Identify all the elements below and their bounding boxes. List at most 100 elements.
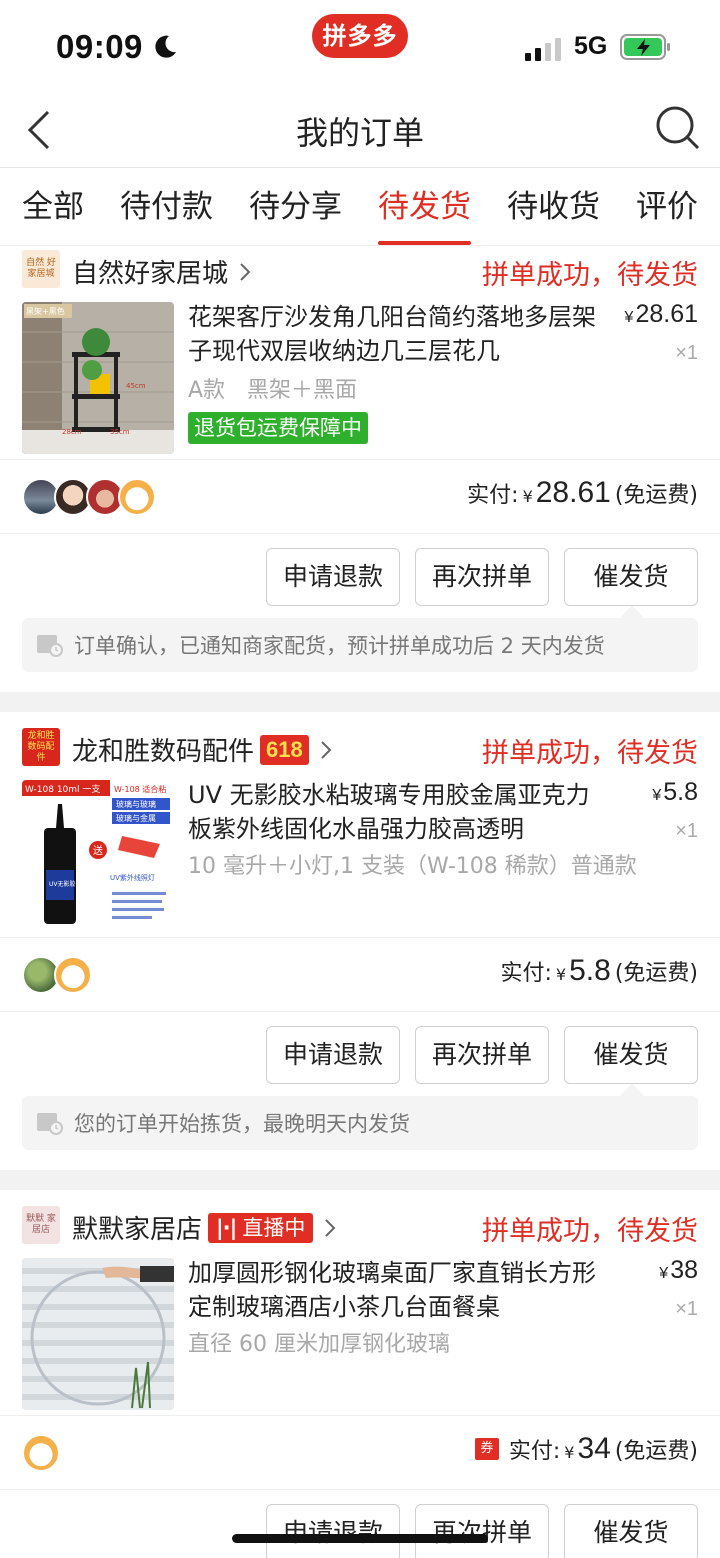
order-card: 默默 家居店 默默家居店 |·| 直播中 拼单成功，待发货 加厚圆形钢化玻璃桌面厂… bbox=[0, 1190, 720, 1558]
product-row[interactable]: 黑架+黑色 45cm 28cm 35cm 花架客厅沙发角几阳台简约落地多层架子现… bbox=[0, 292, 720, 460]
paid-amount: 实付: ¥ 5.8 (免运费) bbox=[500, 954, 699, 987]
thumb-dimension: 28cm bbox=[62, 428, 82, 436]
order-status: 拼单成功，待发货 bbox=[482, 1216, 698, 1247]
payment-row: 实付: ¥ 5.8 (免运费) bbox=[0, 938, 720, 1012]
thumb-label: 黑架+黑色 bbox=[26, 306, 65, 316]
paid-label: 实付: bbox=[500, 961, 552, 986]
product-price: ¥28.61 bbox=[624, 300, 698, 328]
product-spec: 10 毫升＋小灯,1 支装（W-108 稀款）普通款 bbox=[188, 854, 637, 879]
shipping-note: (免运费) bbox=[614, 961, 698, 986]
thumb-label: W-108 10ml 一支 bbox=[25, 783, 100, 795]
live-icon: |·| bbox=[216, 1215, 237, 1240]
order-separator bbox=[0, 1170, 720, 1190]
thumb-dimension: 45cm bbox=[126, 382, 146, 390]
product-spec: 直径 60 厘米加厚钢化玻璃 bbox=[188, 1332, 450, 1357]
coupon-icon: 券 bbox=[474, 1438, 499, 1460]
live-streaming-badge: |·| 直播中 bbox=[208, 1212, 314, 1243]
shop-name: 自然好家居城 bbox=[72, 259, 229, 289]
action-buttons: 申请退款 再次拼单 催发货 bbox=[0, 1490, 720, 1558]
return-shipping-tag: 退货包运费保障中 bbox=[188, 412, 368, 444]
paid-amount: 实付: ¥ 28.61 (免运费) bbox=[467, 476, 698, 509]
shop-row[interactable]: 自然 好家居城 自然好家居城 拼单成功，待发货 bbox=[0, 246, 720, 292]
regroup-button[interactable]: 再次拼单 bbox=[415, 548, 549, 606]
promo-618-badge: 618 bbox=[260, 734, 309, 765]
paid-value: 34 bbox=[577, 1432, 611, 1465]
paid-label: 实付: bbox=[508, 1439, 561, 1464]
avatar bbox=[22, 1434, 60, 1472]
product-row[interactable]: 加厚圆形钢化玻璃桌面厂家直销长方形定制玻璃酒店小茶几台面餐桌 ¥38 ×1 直径… bbox=[0, 1248, 720, 1416]
home-indicator[interactable] bbox=[232, 1534, 488, 1543]
thumb-label: 送 bbox=[93, 844, 103, 857]
tab-pending-payment[interactable]: 待付款 bbox=[120, 168, 213, 245]
product-thumbnail[interactable]: W-108 10ml 一支 W-108 适合粘 玻璃与玻璃 玻璃与金属 UV无影… bbox=[22, 780, 174, 932]
tab-pending-shipment[interactable]: 待发货 bbox=[378, 168, 471, 245]
regroup-button[interactable]: 再次拼单 bbox=[415, 1026, 549, 1084]
product-price: ¥38 bbox=[659, 1256, 698, 1284]
product-price: ¥5.8 bbox=[652, 778, 698, 806]
chevron-right-icon bbox=[325, 1218, 336, 1237]
tab-pending-receipt[interactable]: 待收货 bbox=[507, 168, 600, 245]
urge-shipment-button[interactable]: 催发货 bbox=[564, 1026, 698, 1084]
nav-bar: 我的订单 bbox=[0, 96, 720, 168]
shop-name-link[interactable]: 默默家居店 |·| 直播中 bbox=[72, 1209, 337, 1246]
product-quantity: ×1 bbox=[675, 342, 698, 364]
thumb-label: UV紫外线照灯 bbox=[110, 873, 155, 882]
chevron-right-icon bbox=[321, 740, 332, 759]
status-time: 09:09 bbox=[56, 28, 143, 65]
avatar bbox=[54, 956, 92, 994]
product-quantity: ×1 bbox=[675, 820, 698, 842]
request-refund-button[interactable]: 申请退款 bbox=[266, 1504, 400, 1558]
avatar bbox=[118, 478, 156, 516]
urge-shipment-button[interactable]: 催发货 bbox=[564, 548, 698, 606]
product-thumbnail[interactable] bbox=[22, 1258, 174, 1410]
payment-row: 券 实付: ¥ 34 (免运费) bbox=[0, 1416, 720, 1490]
shop-row[interactable]: 默默 家居店 默默家居店 |·| 直播中 拼单成功，待发货 bbox=[0, 1202, 720, 1248]
regroup-button[interactable]: 再次拼单 bbox=[415, 1504, 549, 1558]
network-label: 5G bbox=[574, 32, 608, 60]
shipping-notice: 订单确认，已通知商家配货，预计拼单成功后 2 天内发货 bbox=[22, 618, 698, 672]
delivery-clock-icon bbox=[37, 635, 63, 657]
request-refund-button[interactable]: 申请退款 bbox=[266, 548, 400, 606]
thumb-dimension: 35cm bbox=[110, 428, 130, 436]
moon-icon bbox=[155, 35, 176, 58]
paid-amount: 券 实付: ¥ 34 (免运费) bbox=[474, 1432, 698, 1466]
order-separator bbox=[0, 692, 720, 712]
tab-review[interactable]: 评价 bbox=[636, 168, 698, 245]
order-tabs: 全部 待付款 待分享 待发货 待收货 评价 bbox=[0, 168, 720, 246]
product-title: 加厚圆形钢化玻璃桌面厂家直销长方形定制玻璃酒店小茶几台面餐桌 bbox=[188, 1259, 596, 1321]
thumb-label: 玻璃与金属 bbox=[116, 813, 156, 823]
shop-logo: 默默 家居店 bbox=[22, 1206, 60, 1244]
action-buttons: 申请退款 再次拼单 催发货 bbox=[0, 1012, 720, 1096]
delivery-clock-icon bbox=[37, 1113, 63, 1135]
tab-pending-share[interactable]: 待分享 bbox=[249, 168, 342, 245]
tab-all[interactable]: 全部 bbox=[22, 168, 84, 245]
thumb-label: 玻璃与玻璃 bbox=[116, 799, 156, 809]
shipping-notice: 您的订单开始拣货，最晚明天内发货 bbox=[22, 1096, 698, 1150]
paid-value: 5.8 bbox=[569, 954, 611, 987]
order-status: 拼单成功，待发货 bbox=[482, 260, 698, 291]
shop-name: 默默家居店 bbox=[72, 1215, 203, 1245]
page-title: 我的订单 bbox=[295, 114, 424, 152]
urge-shipment-button[interactable]: 催发货 bbox=[564, 1504, 698, 1558]
request-refund-button[interactable]: 申请退款 bbox=[266, 1026, 400, 1084]
search-icon[interactable] bbox=[652, 102, 702, 152]
shop-row[interactable]: 龙和胜 数码配件 龙和胜数码配件 618 拼单成功，待发货 bbox=[0, 724, 720, 770]
product-title: UV 无影胶水粘玻璃专用胶金属亚克力板紫外线固化水晶强力胶高透明 bbox=[188, 781, 590, 843]
shipping-note: (免运费) bbox=[614, 483, 698, 508]
status-bar: 09:09 拼多多 5G bbox=[0, 0, 720, 96]
shop-name-link[interactable]: 自然好家居城 bbox=[72, 253, 252, 290]
paid-value: 28.61 bbox=[535, 476, 611, 509]
battery-charging-icon bbox=[620, 34, 670, 60]
app-logo: 拼多多 bbox=[312, 14, 408, 58]
shop-name: 龙和胜数码配件 bbox=[72, 737, 255, 767]
shop-name-link[interactable]: 龙和胜数码配件 618 bbox=[72, 731, 333, 768]
payment-row: 实付: ¥ 28.61 (免运费) bbox=[0, 460, 720, 534]
product-row[interactable]: W-108 10ml 一支 W-108 适合粘 玻璃与玻璃 玻璃与金属 UV无影… bbox=[0, 770, 720, 938]
shipping-notice-text: 订单确认，已通知商家配货，预计拼单成功后 2 天内发货 bbox=[74, 634, 605, 658]
product-quantity: ×1 bbox=[675, 1298, 698, 1320]
thumb-label: UV无影胶 bbox=[49, 880, 76, 888]
product-thumbnail[interactable]: 黑架+黑色 45cm 28cm 35cm bbox=[22, 302, 174, 454]
order-list: 自然 好家居城 自然好家居城 拼单成功，待发货 黑架+黑色 45cm 28cm … bbox=[0, 246, 720, 1558]
order-card: 龙和胜 数码配件 龙和胜数码配件 618 拼单成功，待发货 W-108 10ml… bbox=[0, 712, 720, 1170]
shipping-note: (免运费) bbox=[614, 1439, 698, 1464]
